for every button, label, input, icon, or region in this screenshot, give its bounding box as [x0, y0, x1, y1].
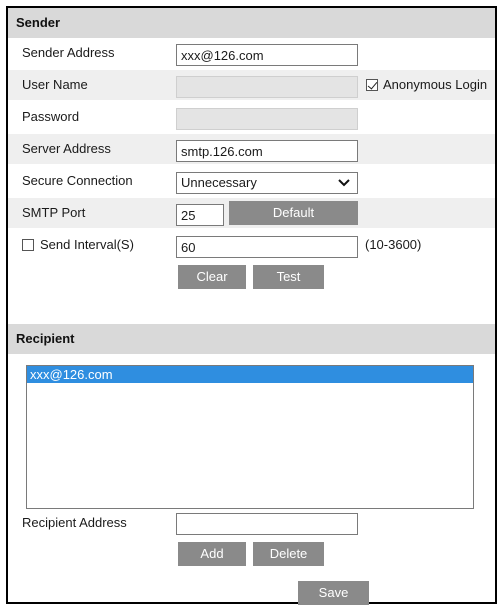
send-interval-input[interactable] — [176, 236, 358, 258]
smtp-port-label: SMTP Port — [22, 205, 86, 220]
smtp-port-row: SMTP Port Default — [8, 198, 495, 228]
sender-address-row: Sender Address — [8, 38, 495, 68]
password-row: Password — [8, 102, 495, 132]
secure-connection-value: Unnecessary — [181, 175, 257, 190]
server-address-input[interactable] — [176, 140, 358, 162]
recipient-address-row: Recipient Address — [8, 508, 495, 538]
recipient-list[interactable]: xxx@126.com — [26, 365, 474, 509]
email-settings-panel: Sender Sender Address User Name Anonymou… — [6, 6, 497, 605]
anonymous-login-label: Anonymous Login — [383, 77, 488, 92]
send-interval-checkbox[interactable] — [22, 239, 34, 251]
sender-address-label: Sender Address — [22, 45, 115, 60]
sender-address-input[interactable] — [176, 44, 358, 66]
sender-section-header: Sender — [8, 8, 495, 38]
user-name-input[interactable] — [176, 76, 358, 98]
secure-connection-label: Secure Connection — [22, 173, 133, 188]
anonymous-login-checkbox[interactable] — [366, 79, 378, 91]
user-name-label: User Name — [22, 77, 88, 92]
password-label: Password — [22, 109, 80, 124]
server-address-row: Server Address — [8, 134, 495, 164]
default-port-button[interactable]: Default — [229, 201, 358, 225]
send-interval-range: (10-3600) — [365, 237, 422, 252]
save-button[interactable]: Save — [298, 581, 369, 605]
clear-button[interactable]: Clear — [178, 265, 246, 289]
test-button[interactable]: Test — [253, 265, 324, 289]
secure-connection-select[interactable]: Unnecessary — [176, 172, 358, 194]
send-interval-row: Send Interval(S) (10-3600) — [8, 230, 495, 260]
send-interval-label: Send Interval(S) — [40, 237, 134, 252]
chevron-down-icon — [338, 179, 350, 187]
delete-button[interactable]: Delete — [253, 542, 324, 566]
recipient-section-header: Recipient — [8, 324, 495, 354]
recipient-address-input[interactable] — [176, 513, 358, 535]
password-input[interactable] — [176, 108, 358, 130]
user-name-row: User Name Anonymous Login — [8, 70, 495, 100]
server-address-label: Server Address — [22, 141, 111, 156]
recipient-address-label: Recipient Address — [22, 515, 127, 530]
secure-connection-row: Secure Connection Unnecessary — [8, 166, 495, 196]
list-item[interactable]: xxx@126.com — [27, 366, 473, 383]
smtp-port-input[interactable] — [176, 204, 224, 226]
add-button[interactable]: Add — [178, 542, 246, 566]
